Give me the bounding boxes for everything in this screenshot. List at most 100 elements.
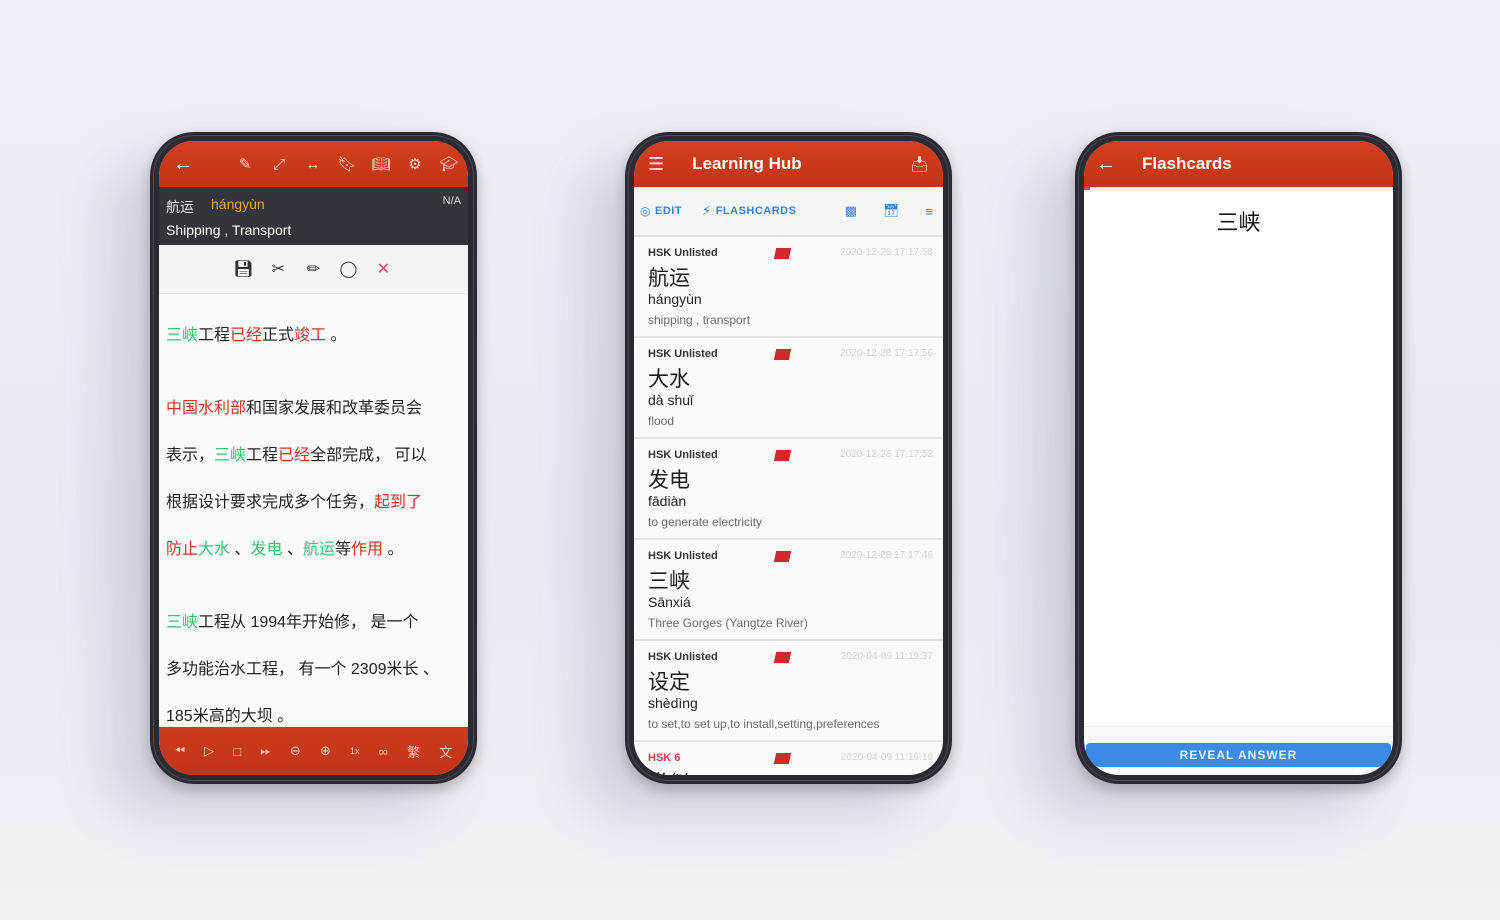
hsk-level: HSK Unlisted [648,550,718,562]
flashcards-button[interactable]: ⚡︎ FLASHCARDS [702,203,796,219]
hub-actions: ◎ EDIT ⚡︎ FLASHCARDS ▩ 📅︎ ≡ [634,187,943,237]
flag-icon[interactable] [773,551,792,562]
highlighted-word[interactable]: 已经 [230,327,262,344]
zoom-out-icon[interactable]: ⊖ [290,743,301,759]
text-segment: 正式 [262,327,295,344]
scissors-icon[interactable]: ✂ [270,259,288,279]
rewind-icon[interactable]: ⏪︎ [175,743,185,759]
text-segment: 工程 [198,327,231,344]
list-item[interactable]: HSK Unlisted 2020-12-28 17:17:46 三峡 Sānxiá T… [634,540,943,641]
reader-paragraph: 三峡工程已经正式竣工 。 [166,312,461,359]
item-definition: Three Gorges (Yangtze River) [648,616,808,630]
page-title: Learning Hub [692,154,802,173]
brush-icon[interactable]: ✎ [236,155,254,173]
item-hanzi: 大水 [648,368,690,391]
text-segment: 全部完成， 可以 [310,447,427,464]
list-item[interactable]: HSK Unlisted 2020-12-28 17:17:56 大水 dà shuǐ… [634,338,943,439]
page-title: Flashcards [1142,154,1232,173]
highlighted-word[interactable]: 作用 [351,541,383,558]
timestamp: 2020-12-28 17:17:46 [840,550,933,561]
item-definition: flood [648,414,675,428]
bookmark-icon[interactable]: 🔖︎ [337,155,356,173]
item-pinyin: fādiàn [648,493,687,509]
highlighted-word[interactable]: 中国水利部 [166,400,246,417]
text-segment: 多功能治水工程， 有一个 2309米长 、 [166,661,439,678]
flag-icon[interactable] [773,349,792,360]
timestamp: 2020-12-28 17:17:56 [840,348,933,359]
highlighted-word[interactable]: 三峡 [166,327,198,344]
play-icon[interactable]: ▷ [204,743,214,759]
playback-bar: ⏪︎ ▷ □ ⏩︎ ⊖ ⊕ 1x ∞ 繁 文 [159,727,468,775]
save-icon[interactable]: 💾︎ [233,259,253,279]
item-pinyin: dà shuǐ [648,392,694,408]
vocab-list: HSK Unlisted 2020-12-28 17:17:58 航运 hángyùn… [634,237,943,775]
fast-forward-icon[interactable]: ⏩︎ [260,743,270,759]
text-segment: 和国家发展和改革委员会 [246,400,423,417]
highlighted-word[interactable]: 航运 [303,541,335,558]
flag-icon[interactable] [773,450,792,461]
filter-icon[interactable]: ≡ [925,203,933,219]
list-item[interactable]: HSK Unlisted 2020-04-09 11:19:37 设定 shèdìng… [634,641,943,742]
calendar-icon[interactable]: 📅︎ [883,203,900,219]
highlighted-word[interactable]: 发电 [250,541,282,558]
list-item[interactable]: HSK Unlisted 2020-12-28 17:17:58 航运 hángyùn… [634,237,943,338]
reader-text[interactable]: 三峡工程已经正式竣工 。中国水利部和国家发展和改革委员会 表示，三峡工程已经全部完… [159,294,468,743]
item-hanzi: 设定 [648,671,690,694]
text-segment: 185米高的大坝 。 [166,708,294,725]
translate-icon[interactable]: 文 [439,742,452,761]
school-icon[interactable]: 🎓︎ [439,155,458,173]
book-open-icon[interactable]: 📖︎ [371,155,390,173]
glasses-icon[interactable]: ∞ [379,744,388,759]
highlighted-word[interactable]: 防止 [166,541,198,558]
flashcard[interactable]: 三峡 [1084,190,1393,727]
settings-icon[interactable]: ⚙ [406,155,424,173]
highlighted-word[interactable]: 三峡 [214,447,246,464]
stop-icon[interactable]: □ [233,744,241,759]
inbox-icon[interactable]: 📥︎ [910,155,929,173]
highlighted-word[interactable]: 已经 [278,447,310,464]
text-segment: 、 [230,541,251,558]
highlighted-word[interactable]: 竣工 [294,327,326,344]
list-item[interactable]: HSK Unlisted 2020-12-28 17:17:52 发电 fādiàn t… [634,439,943,540]
lightning-icon: ⚡︎ [702,203,712,218]
reader-screen: ← ✎ ⤢ ↔ 🔖︎ 📖︎ ⚙ 🎓︎ 航运 hángyùn N/A Shippi… [159,141,468,775]
word-panel: 航运 hángyùn N/A Shipping , Transport [159,187,468,245]
back-arrow-icon[interactable]: ← [1096,153,1116,176]
reader-paragraph: 表示，三峡工程已经全部完成， 可以 [166,432,461,479]
zoom-in-icon[interactable]: ⊕ [320,743,331,759]
back-arrow-icon[interactable]: ← [173,153,193,176]
hsk-level: HSK Unlisted [648,449,718,461]
highlighted-word[interactable]: 起到了 [374,494,422,511]
flag-icon[interactable] [773,248,792,259]
pencil-icon[interactable]: ✏︎ [305,259,323,279]
item-hanzi: 类似 [648,767,690,775]
highlighted-word[interactable]: 大水 [198,541,230,558]
expand-icon[interactable]: ⤢ [270,155,288,173]
swap-horizontal-icon[interactable]: ↔ [304,155,322,173]
card-icon[interactable]: ▩ [845,203,857,219]
flashcards-label: FLASHCARDS [715,205,797,217]
hsk-level: HSK Unlisted [648,651,718,663]
phone-flashcards: ← Flashcards 三峡 REVEAL ANSWER [1075,132,1402,784]
highlighted-word[interactable]: 三峡 [166,614,198,631]
traditional-chinese-icon[interactable]: 繁 [407,742,420,761]
flag-icon[interactable] [773,753,792,764]
flashcard-word: 三峡 [1216,210,1261,235]
list-item[interactable]: HSK 6 2020-04-09 11:16:18 类似 [634,742,943,775]
reader-paragraph: 中国水利部和国家发展和改革委员会 [166,385,461,432]
close-icon[interactable]: ✕ [375,259,393,279]
reveal-answer-button[interactable]: REVEAL ANSWER [1086,743,1391,767]
reader-paragraph: 多功能治水工程， 有一个 2309米长 、 [166,646,461,693]
item-definition: to set,to set up,to install,setting,pref… [648,717,880,731]
text-segment: 工程从 1994年开始修， 是一个 [198,614,419,631]
edit-button[interactable]: ◎ EDIT [640,204,682,218]
hsk-level: HSK Unlisted [648,348,718,360]
speed-label[interactable]: 1x [350,746,360,756]
edit-toolbar: 💾︎ ✂ ✏︎ ◯ ✕ [159,245,468,294]
item-hanzi: 航运 [648,267,690,290]
menu-icon[interactable]: ☰ [648,154,664,175]
ear-icon[interactable]: ◯ [340,259,358,279]
phone-reader: ← ✎ ⤢ ↔ 🔖︎ 📖︎ ⚙ 🎓︎ 航运 hángyùn N/A Shippi… [150,132,477,784]
text-segment: 。 [383,541,404,558]
flag-icon[interactable] [773,652,792,663]
